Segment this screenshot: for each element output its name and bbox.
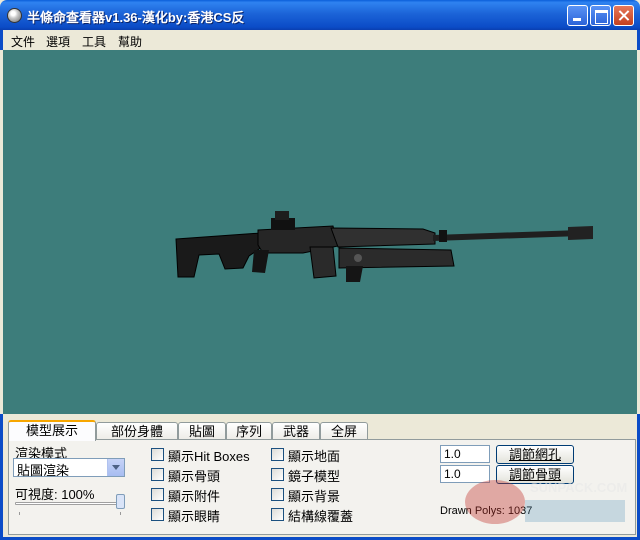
checkbox-label: 顯示Hit Boxes <box>168 449 250 464</box>
chevron-down-icon[interactable] <box>107 459 124 476</box>
tab-weapons[interactable]: 武器 <box>272 422 320 440</box>
checkbox-show-background[interactable] <box>271 488 284 501</box>
checkbox-label: 顯示骨頭 <box>168 469 221 484</box>
checkbox-label: 顯示背景 <box>288 489 341 504</box>
svg-text:SUNPACK.COM: SUNPACK.COM <box>530 480 627 495</box>
title-bar: 半條命查看器v1.36-漢化by:香港CS反 <box>0 0 640 30</box>
render-mode-select[interactable]: 貼圖渲染 <box>13 458 125 478</box>
checkbox-show-bones[interactable] <box>151 468 164 481</box>
window-title: 半條命查看器v1.36-漢化by:香港CS反 <box>27 10 245 25</box>
slider-tick <box>19 512 20 515</box>
checkbox-show-attachments[interactable] <box>151 488 164 501</box>
model-viewport[interactable] <box>3 50 637 414</box>
tab-sequences[interactable]: 序列 <box>226 422 272 440</box>
rifle-model <box>175 211 593 282</box>
minimize-button[interactable] <box>567 5 588 26</box>
grid-size-input[interactable]: 1.0 <box>440 445 490 463</box>
adjust-grid-label: 調節網孔 <box>508 447 561 462</box>
app-icon[interactable] <box>7 8 22 23</box>
slider-tick <box>120 512 121 515</box>
tab-model-display[interactable]: 模型展示 <box>8 420 96 441</box>
adjust-grid-button[interactable]: 調節網孔 <box>496 445 574 464</box>
watermark-logo: SUNPACK.COM <box>455 470 635 532</box>
checkbox-show-hitboxes[interactable] <box>151 448 164 461</box>
menu-file[interactable]: 文件 <box>11 33 35 50</box>
grid-size-value: 1.0 <box>444 447 461 461</box>
visibility-slider-thumb[interactable] <box>116 494 125 509</box>
checkbox-label: 鏡子模型 <box>288 469 341 484</box>
maximize-button[interactable] <box>590 5 611 26</box>
menu-help[interactable]: 幫助 <box>118 33 142 50</box>
checkbox-mirror-model[interactable] <box>271 468 284 481</box>
close-button[interactable] <box>613 5 634 26</box>
visibility-label: 可視度: 100% <box>15 487 95 502</box>
tab-fullscreen[interactable]: 全屏 <box>320 422 368 440</box>
checkbox-wireframe-overlay[interactable] <box>271 508 284 521</box>
checkbox-label: 顯示地面 <box>288 449 341 464</box>
checkbox-label: 結構線覆蓋 <box>288 509 354 524</box>
menu-tools[interactable]: 工具 <box>82 33 106 50</box>
menu-bar: 文件 選項 工具 幫助 <box>0 30 640 50</box>
tab-textures[interactable]: 貼圖 <box>178 422 226 440</box>
menu-options[interactable]: 選項 <box>46 33 70 50</box>
checkbox-show-eyes[interactable] <box>151 508 164 521</box>
render-mode-value: 貼圖渲染 <box>17 463 70 478</box>
checkbox-label: 顯示眼睛 <box>168 509 221 524</box>
checkbox-show-ground[interactable] <box>271 448 284 461</box>
checkbox-label: 顯示附件 <box>168 489 221 504</box>
tab-body-parts[interactable]: 部份身體 <box>96 422 178 440</box>
visibility-slider-track[interactable] <box>15 502 123 505</box>
